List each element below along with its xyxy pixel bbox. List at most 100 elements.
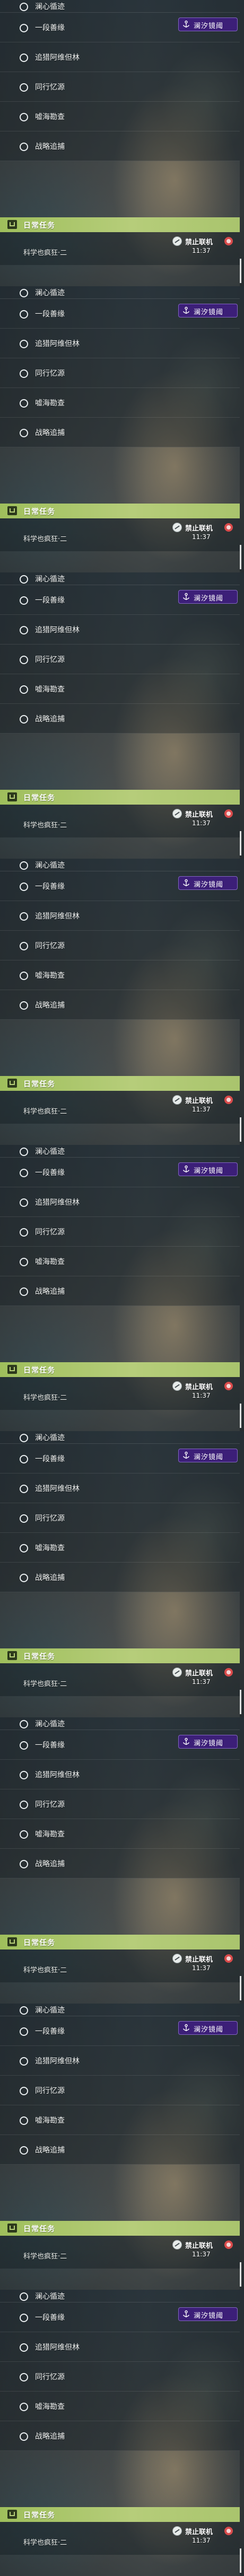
quest-item[interactable]: 战略追捕: [0, 1276, 240, 1306]
quest-item[interactable]: 同行忆源: [0, 645, 240, 674]
quest-item[interactable]: 同行忆源: [0, 72, 240, 102]
scroll-thumb[interactable]: [240, 1690, 241, 1714]
status-badge[interactable]: 澜汐镜阈: [178, 304, 238, 317]
quest-item[interactable]: 同行忆源: [0, 2076, 240, 2105]
quest-item[interactable]: 嘘海勘查: [0, 102, 240, 131]
daily-task-header[interactable]: 日常任务: [0, 1362, 240, 1377]
quest-panel: 澜心循迹 一段善缘 追猎阿维但林 同行忆源 嘘海勘查 战略追捕 澜汐镜阈 日常任…: [0, 1431, 244, 1717]
daily-task-item[interactable]: 禁止联机 科学也疯狂·二 11:37: [0, 518, 240, 551]
quest-item[interactable]: 同行忆源: [0, 358, 240, 388]
quest-ring-icon: [20, 2146, 28, 2155]
daily-task-header[interactable]: 日常任务: [0, 1935, 240, 1949]
daily-task-item[interactable]: 禁止联机 科学也疯狂·二 11:37: [0, 1377, 240, 1410]
scroll-track[interactable]: [240, 0, 244, 286]
quest-item[interactable]: 同行忆源: [0, 1217, 240, 1247]
quest-item[interactable]: 战略追捕: [0, 990, 240, 1020]
status-badge[interactable]: 澜汐镜阈: [178, 17, 238, 31]
daily-task-header[interactable]: 日常任务: [0, 1648, 240, 1663]
quest-item[interactable]: 澜心循迹: [0, 286, 240, 299]
daily-task-header[interactable]: 日常任务: [0, 217, 240, 232]
status-badge[interactable]: 澜汐镜阈: [178, 590, 238, 604]
quest-item[interactable]: 澜心循迹: [0, 572, 240, 585]
daily-task-item[interactable]: 禁止联机 科学也疯狂·二 11:37: [0, 2522, 240, 2555]
daily-task-item[interactable]: 禁止联机 科学也疯狂·二 11:37: [0, 232, 240, 265]
scroll-track[interactable]: [240, 2004, 244, 2290]
daily-task-item[interactable]: 禁止联机 科学也疯狂·二 11:37: [0, 1091, 240, 1124]
scroll-track[interactable]: [240, 1717, 244, 2004]
scroll-track[interactable]: [240, 1145, 244, 1431]
quest-item[interactable]: 澜心循迹: [0, 0, 240, 13]
scroll-track[interactable]: [240, 859, 244, 1145]
scroll-thumb[interactable]: [240, 1117, 241, 1142]
daily-task-item[interactable]: 禁止联机 科学也疯狂·二 11:37: [0, 2236, 240, 2269]
scroll-thumb[interactable]: [240, 2262, 241, 2287]
scroll-track[interactable]: [240, 572, 244, 859]
quest-item[interactable]: 追猎阿维但林: [0, 615, 240, 645]
quest-item[interactable]: 追猎阿维但林: [0, 2332, 240, 2362]
forbid-coop-badge: 禁止联机: [172, 1381, 235, 1391]
quest-item[interactable]: 嘘海勘查: [0, 1533, 240, 1563]
status-badge[interactable]: 澜汐镜阈: [178, 1735, 238, 1749]
quest-item[interactable]: 战略追捕: [0, 1849, 240, 1878]
status-badge[interactable]: 澜汐镜阈: [178, 2021, 238, 2035]
status-badge[interactable]: 澜汐镜阈: [178, 2307, 238, 2321]
quest-ring-icon: [20, 2027, 28, 2036]
daily-task-header[interactable]: 日常任务: [0, 2221, 240, 2236]
quest-item[interactable]: 战略追捕: [0, 704, 240, 734]
scroll-thumb[interactable]: [240, 2548, 241, 2573]
quest-item[interactable]: 嘘海勘查: [0, 1247, 240, 1276]
scroll-thumb[interactable]: [240, 1404, 241, 1428]
quest-item[interactable]: 战略追捕: [0, 131, 240, 161]
scroll-track[interactable]: [240, 2290, 244, 2576]
quest-item[interactable]: 追猎阿维但林: [0, 1474, 240, 1503]
quest-item[interactable]: 同行忆源: [0, 931, 240, 960]
quest-item[interactable]: 追猎阿维但林: [0, 42, 240, 72]
quest-item[interactable]: 追猎阿维但林: [0, 329, 240, 358]
quest-item[interactable]: 澜心循迹: [0, 1145, 240, 1158]
daily-task-header[interactable]: 日常任务: [0, 1076, 240, 1091]
quest-item[interactable]: 嘘海勘查: [0, 1819, 240, 1849]
quest-item[interactable]: 嘘海勘查: [0, 2105, 240, 2135]
quest-ring-icon: [20, 2402, 28, 2411]
quest-item[interactable]: 澜心循迹: [0, 1717, 240, 1730]
scroll-thumb[interactable]: [240, 259, 241, 283]
quest-item[interactable]: 澜心循迹: [0, 1431, 240, 1444]
daily-task-header[interactable]: 日常任务: [0, 504, 240, 518]
scroll-track[interactable]: [240, 1431, 244, 1717]
quest-item[interactable]: 战略追捕: [0, 418, 240, 447]
status-badge[interactable]: 澜汐镜阈: [178, 1449, 238, 1462]
scroll-thumb[interactable]: [240, 1976, 241, 2000]
quest-item[interactable]: 战略追捕: [0, 2135, 240, 2165]
daily-task-item[interactable]: 禁止联机 科学也疯狂·二 11:37: [0, 1949, 240, 1982]
quest-item[interactable]: 嘘海勘查: [0, 674, 240, 704]
scroll-thumb[interactable]: [240, 831, 241, 855]
daily-task-header[interactable]: 日常任务: [0, 790, 240, 805]
quest-item[interactable]: 战略追捕: [0, 1563, 240, 1592]
quest-item[interactable]: 追猎阿维但林: [0, 1187, 240, 1217]
quest-item[interactable]: 同行忆源: [0, 1503, 240, 1533]
daily-task-item[interactable]: 禁止联机 科学也疯狂·二 11:37: [0, 1663, 240, 1696]
daily-task-item[interactable]: 禁止联机 科学也疯狂·二 11:37: [0, 805, 240, 837]
scroll-track[interactable]: [240, 286, 244, 572]
quest-item[interactable]: 嘘海勘查: [0, 960, 240, 990]
quest-label: 战略追捕: [35, 1287, 65, 1296]
quest-item[interactable]: 同行忆源: [0, 1789, 240, 1819]
status-badge[interactable]: 澜汐镜阈: [178, 876, 238, 890]
status-badge[interactable]: 澜汐镜阈: [178, 1162, 238, 1176]
quest-item[interactable]: 嘘海勘查: [0, 388, 240, 418]
quest-item[interactable]: 追猎阿维但林: [0, 1760, 240, 1789]
scroll-thumb[interactable]: [240, 545, 241, 569]
quest-item[interactable]: 追猎阿维但林: [0, 901, 240, 931]
quest-ring-icon: [20, 575, 28, 584]
quest-item[interactable]: 澜心循迹: [0, 859, 240, 871]
quest-item[interactable]: 追猎阿维但林: [0, 2046, 240, 2076]
quest-item[interactable]: 澜心循迹: [0, 2290, 240, 2302]
daily-task-label: 科学也疯狂·二: [23, 535, 67, 543]
daily-task-header[interactable]: 日常任务: [0, 2507, 240, 2522]
quest-item[interactable]: 同行忆源: [0, 2362, 240, 2392]
quest-ring-icon: [20, 1147, 28, 1156]
quest-item[interactable]: 嘘海勘查: [0, 2392, 240, 2421]
quest-label: 追猎阿维但林: [35, 1770, 80, 1779]
quest-item[interactable]: 澜心循迹: [0, 2004, 240, 2016]
quest-item[interactable]: 战略追捕: [0, 2421, 240, 2451]
